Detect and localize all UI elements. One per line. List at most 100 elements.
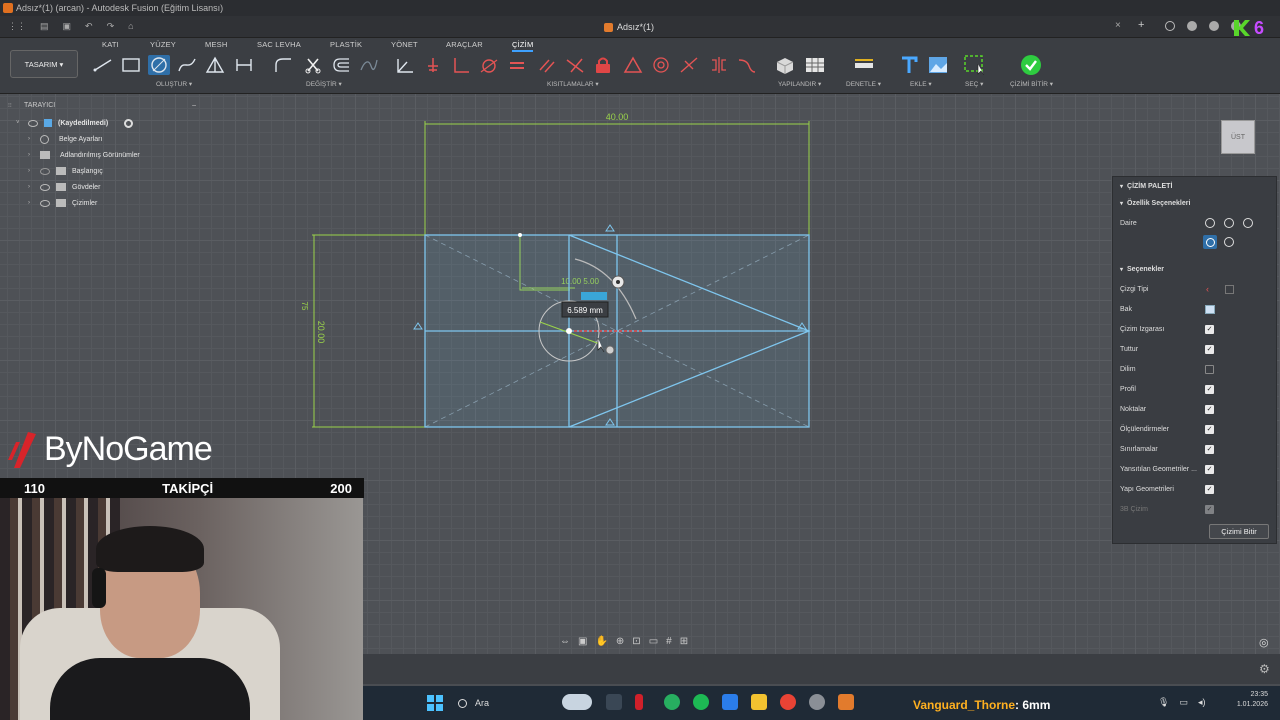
whatsapp-icon[interactable] bbox=[664, 694, 680, 710]
steam-icon[interactable] bbox=[809, 694, 825, 710]
tab-sac-levha[interactable]: SAC LEVHA bbox=[257, 40, 301, 49]
windows-start-icon[interactable] bbox=[427, 695, 443, 711]
tree-expand-icon[interactable]: › bbox=[28, 136, 40, 142]
undo-icon[interactable]: ↶ bbox=[85, 21, 93, 32]
feature-options-header[interactable]: ▾ Özellik Seçenekleri bbox=[1120, 197, 1268, 209]
visibility-eye-icon[interactable] bbox=[28, 119, 38, 127]
curvature-constraint-icon[interactable] bbox=[736, 55, 758, 75]
tangent-circle-icon[interactable] bbox=[1203, 235, 1217, 249]
grid-settings-icon[interactable]: # bbox=[666, 636, 672, 647]
tree-item-origin[interactable]: › Başlangıç bbox=[28, 164, 103, 178]
workspace-switcher[interactable]: TASARIM ▾ bbox=[10, 50, 78, 78]
profile-checkbox[interactable]: ✓ bbox=[1205, 385, 1214, 394]
tree-expand-icon[interactable]: › bbox=[28, 152, 40, 158]
dimension-line-tool-icon[interactable] bbox=[233, 55, 255, 75]
capture-icon[interactable]: ◎ bbox=[1259, 636, 1269, 649]
network-icon[interactable]: ▭ bbox=[1179, 697, 1188, 708]
spline-tool-icon[interactable] bbox=[176, 55, 198, 75]
dimension-width-text[interactable]: 40.00 bbox=[606, 112, 629, 122]
tab-yuzey[interactable]: YÜZEY bbox=[150, 40, 176, 49]
rectangle-tool-icon[interactable] bbox=[120, 55, 142, 75]
triangle-constraint-icon[interactable] bbox=[622, 55, 644, 75]
equal-constraint-icon[interactable] bbox=[506, 55, 528, 75]
3tangent-circle-icon[interactable] bbox=[1224, 237, 1234, 247]
sketch-corner-point[interactable] bbox=[518, 233, 522, 237]
mail-icon[interactable] bbox=[722, 694, 738, 710]
sketch-scale-tool-icon[interactable] bbox=[358, 55, 380, 75]
home-icon[interactable]: ⌂ bbox=[128, 21, 133, 32]
viewcube[interactable]: ÜST bbox=[1221, 120, 1255, 154]
sync-icon[interactable] bbox=[1165, 21, 1175, 31]
task-view-icon[interactable] bbox=[606, 694, 622, 710]
browser-grip-icon[interactable]: ⁝⁝ bbox=[8, 102, 12, 109]
visibility-eye-icon[interactable] bbox=[40, 183, 50, 191]
weather-widget-icon[interactable] bbox=[562, 694, 592, 710]
redo-icon[interactable]: ↷ bbox=[107, 21, 115, 32]
3point-circle-icon[interactable] bbox=[1243, 218, 1253, 228]
points-checkbox[interactable]: ✓ bbox=[1205, 405, 1214, 414]
tab-plastik[interactable]: PLASTİK bbox=[330, 40, 362, 49]
volume-icon[interactable]: ◂) bbox=[1198, 697, 1206, 708]
slice-checkbox[interactable] bbox=[1205, 365, 1214, 374]
insert-image-icon[interactable] bbox=[926, 55, 950, 75]
trim-tool-icon[interactable] bbox=[302, 55, 324, 75]
midpoint-constraint-icon[interactable] bbox=[678, 55, 700, 75]
tree-item-bodies[interactable]: › Gövdeler bbox=[28, 180, 100, 194]
measure-icon[interactable] bbox=[852, 55, 876, 75]
select-window-icon[interactable] bbox=[962, 55, 988, 76]
look-at-icon[interactable] bbox=[1205, 305, 1215, 314]
tree-expand-icon[interactable]: › bbox=[28, 200, 40, 206]
viewports-icon[interactable]: ⊞ bbox=[680, 636, 688, 647]
close-tab-icon[interactable]: × bbox=[1115, 20, 1121, 31]
group-configure-label[interactable]: YAPILANDIR ▾ bbox=[778, 80, 821, 88]
concentric-constraint-icon[interactable] bbox=[650, 55, 672, 75]
linetype-icon[interactable]: ‹ bbox=[1206, 284, 1209, 294]
coincident-constraint-icon[interactable] bbox=[564, 55, 586, 75]
tab-cizim[interactable]: ÇİZİM bbox=[512, 40, 534, 52]
group-create-label[interactable]: OLUŞTUR ▾ bbox=[156, 80, 192, 88]
finish-sketch-button[interactable]: Çizimi Bitir bbox=[1209, 524, 1269, 539]
insert-text-icon[interactable] bbox=[898, 55, 922, 75]
extensions-icon[interactable] bbox=[1187, 21, 1197, 31]
configure-cube-icon[interactable] bbox=[773, 55, 797, 75]
tree-expand-icon[interactable]: ˅ bbox=[16, 120, 28, 126]
perpendicular-constraint-icon[interactable] bbox=[450, 55, 472, 75]
group-finish-label[interactable]: ÇİZİMİ BİTİR ▾ bbox=[1010, 80, 1053, 88]
vertical-constraint-icon[interactable] bbox=[422, 55, 444, 75]
spotify-icon[interactable] bbox=[693, 694, 709, 710]
section-expand-icon[interactable]: ▾ bbox=[1120, 266, 1123, 273]
horizontal-constraint-icon[interactable] bbox=[394, 55, 416, 75]
circle-tool-icon[interactable] bbox=[148, 55, 170, 75]
construction-geometries-checkbox[interactable]: ✓ bbox=[1205, 485, 1214, 494]
file-explorer-icon[interactable] bbox=[751, 694, 767, 710]
symmetry-constraint-icon[interactable] bbox=[708, 55, 730, 75]
new-tab-icon[interactable]: + bbox=[1138, 19, 1144, 31]
dimensions-checkbox[interactable]: ✓ bbox=[1205, 425, 1214, 434]
tree-expand-icon[interactable]: › bbox=[28, 184, 40, 190]
grid-menu-icon[interactable]: ⋮⋮ bbox=[8, 21, 26, 32]
hidden-eye-icon[interactable] bbox=[40, 167, 50, 175]
file-icon[interactable]: ▤ bbox=[40, 21, 49, 32]
group-modify-label[interactable]: DEĞİŞTİR ▾ bbox=[306, 80, 342, 88]
dimension-outer-text[interactable]: 75 bbox=[300, 302, 309, 311]
offset-tool-icon[interactable] bbox=[330, 55, 352, 75]
tree-item-document-settings[interactable]: › Belge Ayarları bbox=[28, 132, 102, 146]
fit-icon[interactable]: ⊡ bbox=[632, 636, 640, 647]
fix-constraint-icon[interactable] bbox=[592, 55, 614, 75]
tangent-constraint-icon[interactable] bbox=[478, 55, 500, 75]
microphone-icon[interactable]: 🎙 bbox=[1158, 697, 1169, 708]
finish-sketch-icon[interactable] bbox=[1018, 55, 1044, 75]
visibility-eye-icon[interactable] bbox=[40, 199, 50, 207]
collapse-palette-icon[interactable]: ▾ bbox=[1120, 183, 1123, 190]
fusion-taskbar-icon[interactable] bbox=[838, 694, 854, 710]
taskbar-search[interactable]: Ara bbox=[452, 693, 552, 713]
snap-checkbox[interactable]: ✓ bbox=[1205, 345, 1214, 354]
orbit-icon[interactable]: ⇔ bbox=[560, 636, 570, 647]
document-tab[interactable]: Adsız*(1) bbox=[604, 19, 654, 35]
zoom-icon[interactable]: ⊕ bbox=[616, 636, 624, 647]
fillet-tool-icon[interactable] bbox=[272, 55, 294, 75]
timeline-settings-icon[interactable]: ⚙ bbox=[1259, 662, 1270, 676]
tab-yonet[interactable]: YÖNET bbox=[391, 40, 418, 49]
pan-icon[interactable]: ✋ bbox=[595, 636, 607, 647]
constraints-checkbox[interactable]: ✓ bbox=[1205, 445, 1214, 454]
